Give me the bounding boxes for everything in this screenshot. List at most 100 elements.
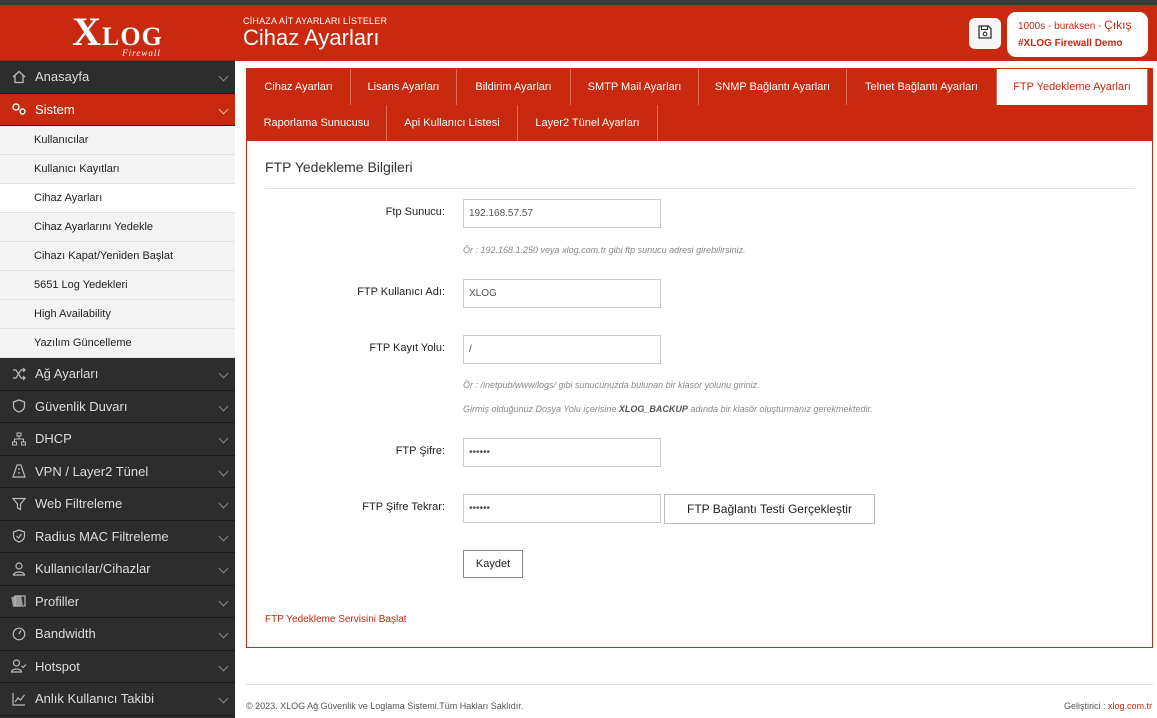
sistem-submenu: Kullanıcılar Kullanıcı Kayıtları Cihaz A… xyxy=(0,126,235,358)
tab-smtp-mail-ayarlari[interactable]: SMTP Mail Ayarları xyxy=(571,69,699,105)
sidebar-item-label: Web Filtreleme xyxy=(35,496,123,512)
ftp-server-label: Ftp Sunucu: xyxy=(385,206,445,218)
tab-api-kullanici-listesi[interactable]: Api Kullanıcı Listesi xyxy=(387,105,518,141)
ftp-server-input[interactable] xyxy=(463,199,661,228)
floppy-disk-icon xyxy=(978,25,992,42)
sidebar-item-anasayfa[interactable]: Anasayfa xyxy=(0,61,235,94)
sidebar-item-label: DHCP xyxy=(35,431,72,447)
site-name: #XLOG Firewall Demo xyxy=(1018,38,1123,49)
gears-icon xyxy=(11,101,27,117)
sidebar-item-sistem[interactable]: Sistem xyxy=(0,93,235,126)
save-button[interactable]: Kaydet xyxy=(463,550,523,578)
shield-icon xyxy=(11,398,27,414)
sidebar-item-label: VPN / Layer2 Tünel xyxy=(35,463,149,479)
form-title: FTP Yedekleme Bilgileri xyxy=(265,159,413,175)
ftp-password-repeat-input[interactable] xyxy=(463,494,661,523)
tab-snmp-baglanti-ayarlari[interactable]: SNMP Bağlantı Ayarları xyxy=(699,69,847,105)
shuffle-icon xyxy=(11,366,27,382)
logo-box[interactable]: XLOG Firewall xyxy=(0,5,235,61)
ftp-form: FTP Yedekleme Bilgileri Ftp Sunucu: Ör :… xyxy=(265,159,1135,578)
settings-panel: Cihaz Ayarları Lisans Ayarları Bildirim … xyxy=(246,68,1153,648)
ftp-password-label: FTP Şifre: xyxy=(395,445,445,457)
submenu-item-cihazi-kapat[interactable]: Cihazı Kapat/Yeniden Başlat xyxy=(0,242,235,271)
user-name[interactable]: 1000s - buraksen xyxy=(1018,21,1095,32)
tab-layer2-tunel-ayarlari[interactable]: Layer2 Tünel Ayarları xyxy=(518,105,658,141)
developer-link[interactable]: xlog.com.tr xyxy=(1108,701,1152,711)
chart-line-icon xyxy=(11,691,27,707)
form-divider xyxy=(265,188,1135,189)
ftp-path-input[interactable] xyxy=(463,335,661,364)
tab-lisans-ayarlari[interactable]: Lisans Ayarları xyxy=(351,69,457,105)
sidebar-item-radius-mac[interactable]: Radius MAC Filtreleme xyxy=(0,520,235,553)
tab-raporlama-sunucusu[interactable]: Raporlama Sunucusu xyxy=(247,105,387,141)
footer-developer: Geliştirici : xlog.com.tr xyxy=(1063,701,1152,711)
logout-link[interactable]: Çıkış xyxy=(1104,18,1131,32)
main-content: Cihaz Ayarları Lisans Ayarları Bildirim … xyxy=(235,61,1157,718)
sidebar: XLOG Firewall Anasayfa Sistem Kullanıcıl… xyxy=(0,5,235,718)
sidebar-item-label: Radius MAC Filtreleme xyxy=(35,528,169,544)
chevron-down-icon xyxy=(218,433,229,444)
sidebar-item-bandwidth[interactable]: Bandwidth xyxy=(0,618,235,651)
sidebar-item-kullanicilar-cihazlar[interactable]: Kullanıcılar/Cihazlar xyxy=(0,553,235,586)
tab-bildirim-ayarlari[interactable]: Bildirim Ayarları xyxy=(457,69,571,105)
chevron-down-icon xyxy=(218,104,229,114)
submenu-item-yazilim-guncelleme[interactable]: Yazılım Güncelleme xyxy=(0,329,235,358)
chevron-down-icon xyxy=(218,693,229,704)
submenu-item-5651-log-yedekleri[interactable]: 5651 Log Yedekleri xyxy=(0,271,235,300)
filter-icon xyxy=(11,496,27,512)
tab-cihaz-ayarlari[interactable]: Cihaz Ayarları xyxy=(247,69,351,105)
vpn-icon xyxy=(11,463,27,479)
ftp-user-input[interactable] xyxy=(463,279,661,308)
user-box: 1000s - buraksen - Çıkış #XLOG Firewall … xyxy=(1007,12,1148,57)
ftp-path-label: FTP Kayıt Yolu: xyxy=(369,342,445,354)
sidebar-item-label: Anlık Kullanıcı Takibi xyxy=(35,691,154,707)
sidebar-item-dhcp[interactable]: DHCP xyxy=(0,423,235,456)
sidebar-item-ag-ayarlari[interactable]: Ağ Ayarları xyxy=(0,358,235,391)
ftp-password-input[interactable] xyxy=(463,438,661,467)
sidebar-item-vpn-layer2[interactable]: VPN / Layer2 Tünel xyxy=(0,455,235,488)
submenu-item-kullanicilar[interactable]: Kullanıcılar xyxy=(0,126,235,155)
gauge-icon xyxy=(11,626,27,642)
sidebar-item-label: Anasayfa xyxy=(35,69,90,85)
sidebar-item-label: Hotspot xyxy=(35,658,80,674)
footer-copyright: © 2023. XLOG Ağ Güvenlik ve Loglama Sist… xyxy=(246,701,524,711)
page-header: CİHAZA AİT AYARLARI LİSTELER Cihaz Ayarl… xyxy=(235,5,1157,61)
submenu-item-high-availability[interactable]: High Availability xyxy=(0,300,235,329)
submenu-item-kullanici-kayitlari[interactable]: Kullanıcı Kayıtları xyxy=(0,155,235,184)
user-separator: - xyxy=(1095,21,1105,32)
chevron-down-icon xyxy=(218,71,229,82)
user-check-icon xyxy=(11,658,27,674)
sidebar-item-web-filtreleme[interactable]: Web Filtreleme xyxy=(0,488,235,521)
sidebar-item-label: Bandwidth xyxy=(35,626,96,642)
tab-telnet-baglanti-ayarlari[interactable]: Telnet Bağlantı Ayarları xyxy=(847,69,997,105)
ftp-connection-test-button[interactable]: FTP Bağlantı Testi Gerçekleştir xyxy=(664,494,875,524)
page-title: Cihaz Ayarları xyxy=(243,25,380,50)
sidebar-item-label: Kullanıcılar/Cihazlar xyxy=(35,561,151,577)
ftp-user-label: FTP Kullanıcı Adı: xyxy=(357,286,445,298)
user-icon xyxy=(11,561,27,577)
sidebar-item-hotspot[interactable]: Hotspot xyxy=(0,650,235,683)
sidebar-item-guvenlik-duvari[interactable]: Güvenlik Duvarı xyxy=(0,390,235,423)
sidebar-item-profiller[interactable]: Profiller xyxy=(0,585,235,618)
ftp-password-repeat-label: FTP Şifre Tekrar: xyxy=(362,501,445,513)
chevron-down-icon xyxy=(218,466,229,476)
sidebar-item-label: Güvenlik Duvarı xyxy=(35,398,128,414)
chevron-down-icon xyxy=(218,661,229,671)
shield-check-icon xyxy=(11,528,27,544)
submenu-item-cihaz-ayarlari[interactable]: Cihaz Ayarları xyxy=(0,184,235,213)
home-icon xyxy=(11,69,27,85)
chevron-down-icon xyxy=(218,401,229,411)
sidebar-item-label: Profiller xyxy=(35,593,80,609)
save-config-button[interactable] xyxy=(969,18,1001,49)
submenu-item-cihaz-ayarlarini-yedekle[interactable]: Cihaz Ayarlarını Yedekle xyxy=(0,213,235,242)
sidebar-item-anlik-kullanici[interactable]: Anlık Kullanıcı Takibi xyxy=(0,683,235,716)
start-ftp-service-link[interactable]: FTP Yedekleme Servisini Başlat xyxy=(265,614,407,625)
chevron-down-icon xyxy=(218,563,229,574)
footer-divider xyxy=(246,684,1153,685)
chevron-down-icon xyxy=(218,596,229,606)
tab-ftp-yedekleme-ayarlari[interactable]: FTP Yedekleme Ayarları xyxy=(997,69,1148,105)
chevron-down-icon xyxy=(218,531,229,541)
chevron-down-icon xyxy=(218,498,229,509)
chevron-down-icon xyxy=(218,628,229,639)
chevron-down-icon xyxy=(218,368,229,379)
